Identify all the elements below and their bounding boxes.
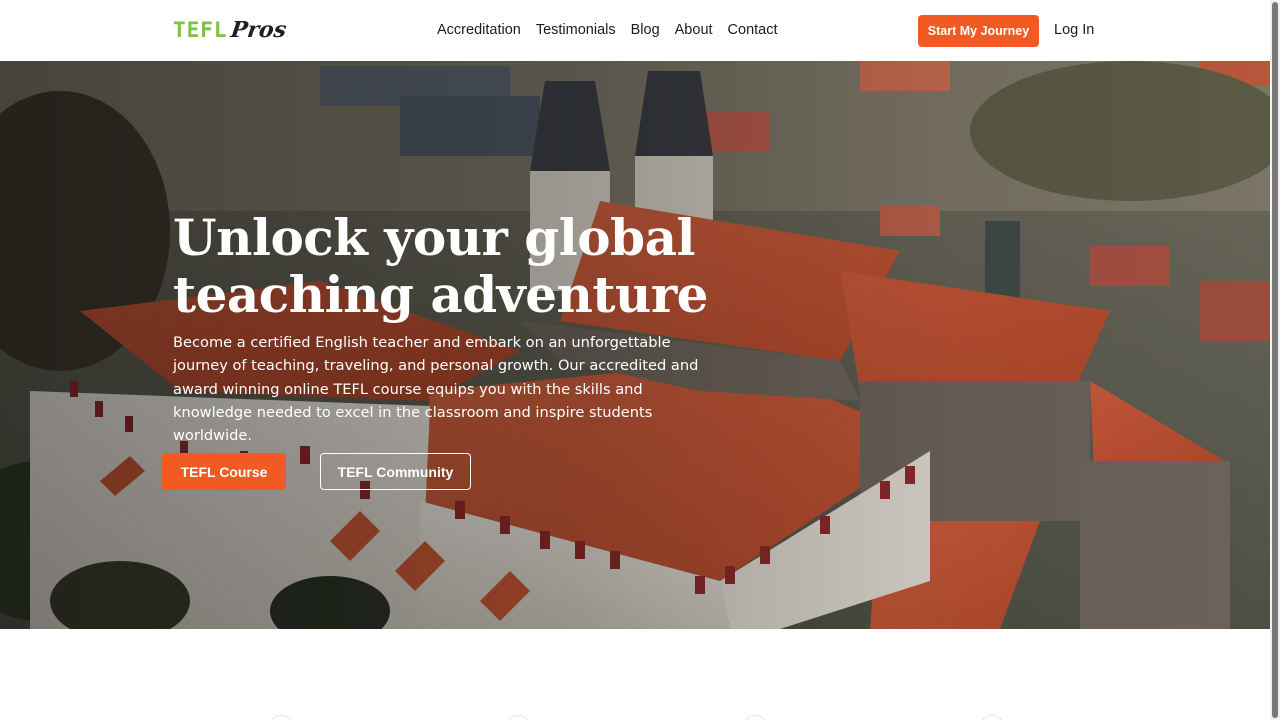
main-nav: Accreditation Testimonials Blog About Co… [437, 19, 793, 41]
scrollbar-thumb[interactable] [1272, 2, 1278, 718]
tefl-course-button[interactable]: TEFL Course [162, 453, 286, 490]
feature-icon [979, 715, 1005, 720]
login-link[interactable]: Log In [1054, 19, 1094, 41]
features-section [0, 629, 1270, 720]
hero-title: Unlock your global teaching adventure [173, 208, 709, 324]
site-header: TEFL Pros Accreditation Testimonials Blo… [0, 0, 1270, 61]
feature-icon [505, 715, 531, 720]
site-logo[interactable]: TEFL Pros [173, 14, 288, 46]
nav-contact[interactable]: Contact [728, 19, 778, 41]
nav-accreditation[interactable]: Accreditation [437, 19, 521, 41]
page-scrollbar[interactable] [1270, 0, 1280, 720]
logo-tefl-text: TEFL [173, 18, 228, 42]
feature-icon [742, 715, 768, 720]
nav-testimonials[interactable]: Testimonials [536, 19, 616, 41]
logo-pros-text: Pros [228, 17, 288, 43]
nav-blog[interactable]: Blog [631, 19, 660, 41]
nav-about[interactable]: About [675, 19, 713, 41]
hero-subtitle: Become a certified English teacher and e… [173, 334, 699, 445]
start-journey-button[interactable]: Start My Journey [918, 15, 1039, 47]
tefl-community-button[interactable]: TEFL Community [320, 453, 471, 490]
feature-icon [268, 715, 294, 720]
hero-section: Unlock your global teaching adventure Be… [0, 61, 1270, 629]
